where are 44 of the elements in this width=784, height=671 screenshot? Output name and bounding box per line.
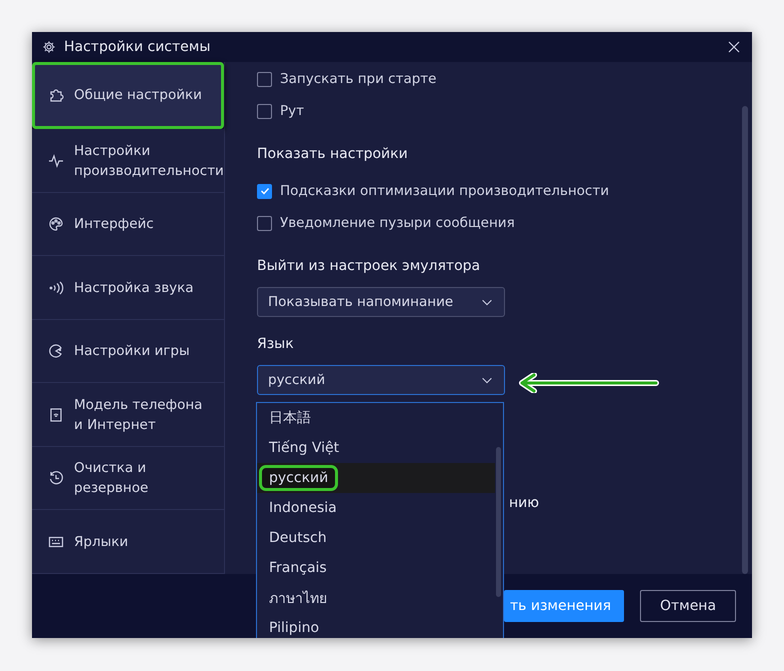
puzzle-icon (48, 87, 64, 104)
dropdown-option[interactable]: 日本語 (257, 403, 495, 433)
scrollbar[interactable] (742, 106, 748, 574)
option-label: нию (509, 495, 540, 511)
sidebar-item[interactable]: Очистка и резервное (32, 446, 224, 510)
history-icon (48, 470, 64, 486)
sidebar-item[interactable]: Настройки игры (32, 320, 224, 384)
dropdown-option[interactable]: русский (257, 463, 495, 493)
sidebar-item[interactable]: Настройки производительности (32, 129, 224, 193)
pulse-icon (48, 152, 64, 169)
dropdown-option[interactable]: Deutsch (257, 523, 495, 553)
dropdown-option[interactable]: ภาษาไทย (257, 583, 495, 613)
phone-icon (48, 406, 64, 423)
dropdown-option[interactable]: Tiếng Việt (257, 433, 495, 463)
sidebar-item[interactable]: Интерфейс (32, 192, 224, 256)
palette-icon (48, 216, 64, 232)
checkbox[interactable] (257, 72, 272, 86)
window-title: Настройки системы (64, 39, 210, 55)
cancel-button[interactable]: Отмена (640, 590, 736, 622)
dropdown[interactable]: Показывать напоминание (257, 287, 505, 317)
checkbox[interactable] (257, 104, 272, 118)
sidebar-item[interactable]: Настройка звука (32, 256, 224, 320)
dropdown-option[interactable]: Pilipino (257, 613, 495, 638)
sidebar-item[interactable]: Модель телефона и Интернет (32, 383, 224, 447)
close-button[interactable] (726, 39, 742, 55)
section-heading: Выйти из настроек эмулятора (257, 258, 482, 276)
checkbox-label: Подсказки оптимизации производительности (280, 183, 609, 199)
check-icon (260, 186, 270, 196)
checkbox-label: Запускать при старте (280, 71, 436, 87)
checkbox-label: Рут (280, 103, 304, 119)
section-heading: Показать настройки (257, 146, 409, 164)
scrollbar[interactable] (496, 447, 501, 597)
checkbox-label: Уведомление пузыри сообщения (280, 215, 515, 231)
sidebar-item[interactable]: Общие настройки (32, 62, 224, 130)
sidebar-item[interactable]: Ярлыки (32, 510, 224, 574)
dropdown[interactable]: русский (257, 365, 505, 395)
sound-icon (48, 280, 64, 296)
dropdown-option[interactable]: Indonesia (257, 493, 495, 523)
section-heading: Язык (257, 336, 295, 354)
checkbox[interactable] (257, 184, 272, 198)
checkbox[interactable] (257, 216, 272, 230)
gamepad-icon (48, 343, 64, 360)
settings-icon (42, 40, 56, 54)
dropdown-option[interactable]: Français (257, 553, 495, 583)
